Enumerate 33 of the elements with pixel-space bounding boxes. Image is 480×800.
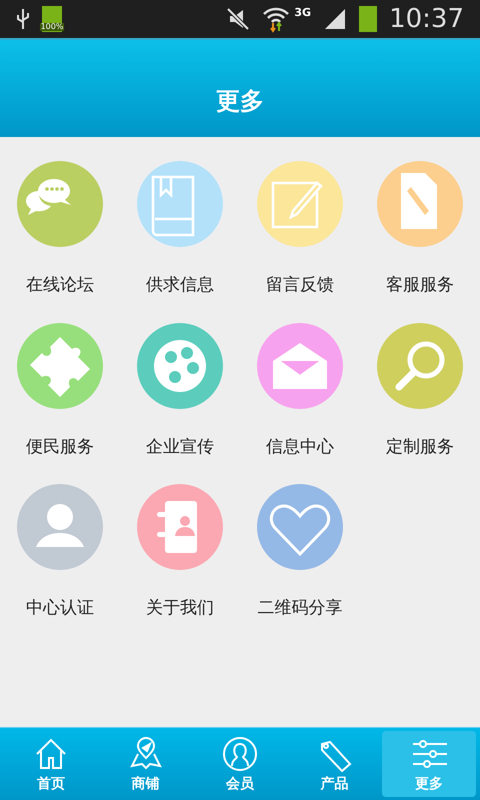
menu-item[interactable]: 信息中心 bbox=[240, 322, 360, 460]
menu-item[interactable]: 在线论坛 bbox=[0, 161, 120, 298]
battery-percent: 100% bbox=[40, 23, 64, 31]
menu-label: 二维码分享 bbox=[258, 597, 342, 620]
menu-item[interactable]: 便民服务 bbox=[0, 322, 120, 460]
menu-label: 客服服务 bbox=[386, 274, 454, 297]
menu-item[interactable]: 企业宣传 bbox=[120, 322, 240, 460]
menu-item[interactable]: 定制服务 bbox=[360, 322, 480, 460]
mute-icon bbox=[226, 7, 250, 31]
clock: 10:37 bbox=[389, 6, 464, 32]
map-icon bbox=[128, 736, 164, 772]
signal-icon bbox=[323, 7, 348, 31]
usb-icon bbox=[16, 7, 30, 31]
member-icon bbox=[222, 736, 258, 772]
menu-label: 中心认证 bbox=[26, 597, 94, 620]
page-title: 更多 bbox=[216, 86, 264, 117]
menu-label: 便民服务 bbox=[26, 436, 94, 458]
wifi-icon bbox=[262, 5, 290, 33]
menu-label: 供求信息 bbox=[146, 274, 214, 297]
network-type: 3G bbox=[294, 4, 312, 21]
menu-item[interactable]: 留言反馈 bbox=[240, 161, 360, 298]
menu-label: 在线论坛 bbox=[26, 274, 94, 297]
menu-item[interactable]: 二维码分享 bbox=[240, 484, 360, 622]
menu-item[interactable]: 客服服务 bbox=[360, 161, 480, 298]
menu-label: 留言反馈 bbox=[266, 274, 334, 297]
menu-item[interactable]: 关于我们 bbox=[120, 484, 240, 622]
menu-label: 定制服务 bbox=[386, 436, 454, 458]
menu-label: 信息中心 bbox=[266, 436, 334, 458]
menu-label: 关于我们 bbox=[146, 597, 214, 620]
menu-item[interactable]: 中心认证 bbox=[0, 484, 120, 622]
menu-label: 企业宣传 bbox=[146, 436, 214, 458]
menu-item[interactable]: 供求信息 bbox=[120, 161, 240, 298]
battery-icon bbox=[359, 6, 378, 32]
